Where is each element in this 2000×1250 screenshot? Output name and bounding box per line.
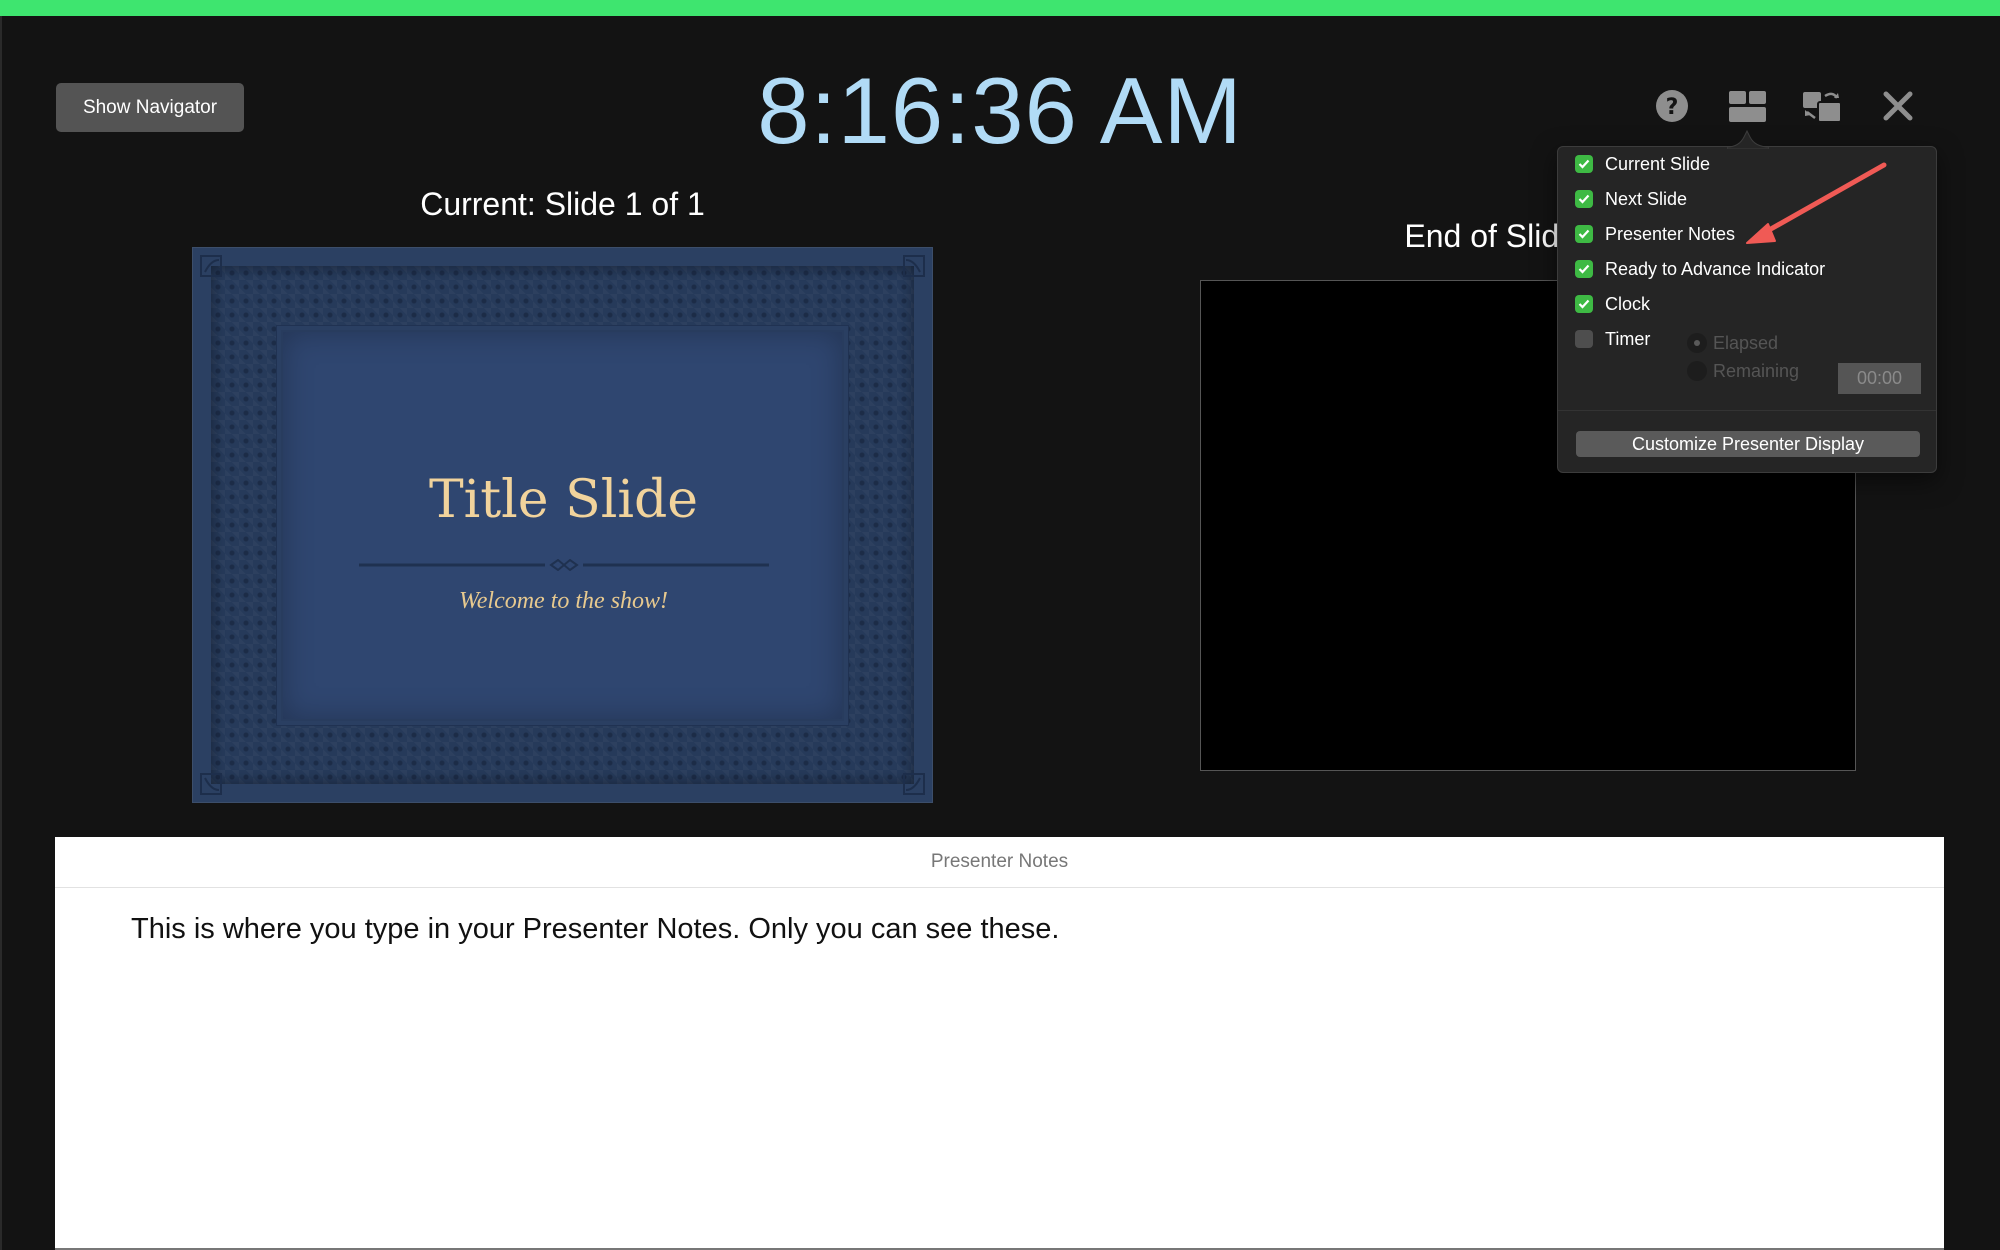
current-slide-preview: Title Slide Welcome to the show!: [192, 247, 933, 803]
radio-label: Remaining: [1713, 360, 1800, 381]
close-button[interactable]: [1883, 91, 1913, 121]
radio-selected: [1687, 333, 1707, 353]
swap-displays-icon: [1803, 92, 1842, 123]
radio-elapsed: Elapsed: [1687, 331, 1778, 355]
show-navigator-button[interactable]: Show Navigator: [56, 83, 244, 132]
slide-title: Title Slide: [428, 470, 699, 530]
option-label: Clock: [1605, 293, 1651, 314]
option-timer[interactable]: Timer: [1575, 327, 1650, 351]
ready-to-advance-indicator: [0, 0, 2000, 16]
clock: 8:16:36 AM: [757, 58, 1243, 163]
checkmark-icon: [1578, 299, 1590, 309]
layout-options-popover: Current Slide Next Slide Presenter Notes…: [1557, 146, 1937, 473]
window-edge: [0, 16, 2, 1250]
timer-duration-field: 00:00: [1838, 363, 1921, 394]
radio-unselected: [1687, 361, 1707, 381]
slide-divider-ornament: [359, 559, 769, 571]
option-next-slide[interactable]: Next Slide: [1575, 187, 1687, 211]
checkbox-checked[interactable]: [1575, 295, 1593, 313]
option-label: Current Slide: [1605, 153, 1711, 174]
option-clock[interactable]: Clock: [1575, 292, 1650, 316]
current-slide-label: Current: Slide 1 of 1: [420, 186, 705, 222]
option-ready-to-advance[interactable]: Ready to Advance Indicator: [1575, 257, 1825, 281]
checkbox-unchecked[interactable]: [1575, 330, 1593, 348]
option-label: Timer: [1605, 328, 1651, 349]
svg-text:?: ?: [1666, 95, 1679, 120]
checkbox-checked[interactable]: [1575, 190, 1593, 208]
option-label: Next Slide: [1605, 188, 1688, 209]
slide-subtitle: Welcome to the show!: [458, 588, 669, 614]
layout-button[interactable]: [1729, 91, 1766, 122]
checkbox-checked[interactable]: [1575, 225, 1593, 243]
option-label: Presenter Notes: [1605, 223, 1736, 244]
option-presenter-notes[interactable]: Presenter Notes: [1575, 222, 1735, 246]
customize-presenter-display-button[interactable]: Customize Presenter Display: [1576, 431, 1920, 457]
popover-divider: [1558, 410, 1936, 411]
checkmark-icon: [1578, 264, 1590, 274]
presenter-notes-header: Presenter Notes: [55, 837, 1944, 888]
layout-icon: [1729, 91, 1766, 122]
corner-ornament-icon: [903, 773, 925, 795]
checkbox-checked[interactable]: [1575, 260, 1593, 278]
corner-ornament-icon: [200, 773, 222, 795]
radio-remaining: Remaining: [1687, 359, 1799, 383]
checkmark-icon: [1578, 159, 1590, 169]
close-icon: [1883, 91, 1913, 121]
corner-ornament-icon: [903, 255, 925, 277]
corner-ornament-icon: [200, 255, 222, 277]
checkmark-icon: [1578, 194, 1590, 204]
radio-label: Elapsed: [1713, 332, 1779, 353]
presenter-notes-panel: Presenter Notes This is where you type i…: [55, 837, 1944, 1250]
presenter-notes-text[interactable]: This is where you type in your Presenter…: [55, 888, 1944, 946]
option-current-slide[interactable]: Current Slide: [1575, 152, 1710, 176]
checkbox-checked[interactable]: [1575, 155, 1593, 173]
swap-displays-button[interactable]: [1803, 91, 1843, 123]
help-button[interactable]: ?: [1655, 89, 1689, 123]
help-icon: ?: [1656, 90, 1688, 122]
option-label: Ready to Advance Indicator: [1605, 258, 1826, 279]
popover-pointer: [1727, 129, 1769, 149]
checkmark-icon: [1578, 229, 1590, 239]
